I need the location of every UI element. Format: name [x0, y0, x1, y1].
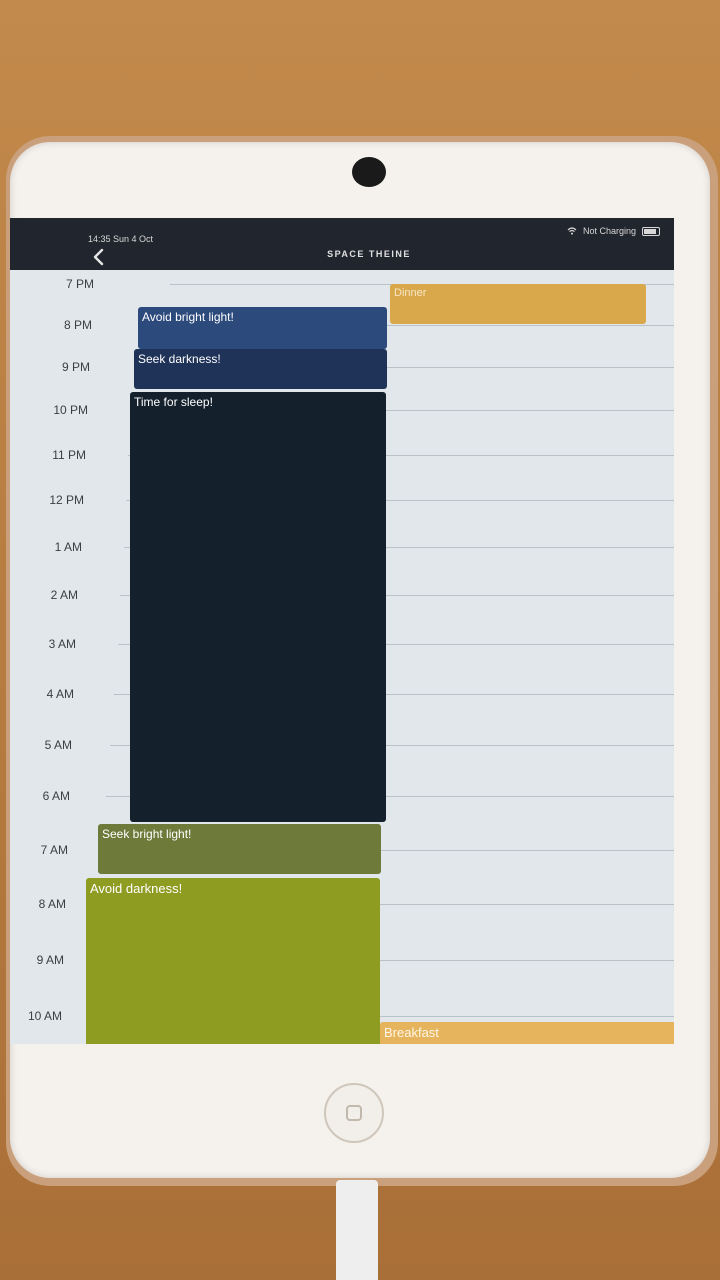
hour-label: 10 AM: [27, 1009, 62, 1023]
event-seek-bright-light[interactable]: Seek bright light!: [98, 824, 381, 874]
status-indicators: Not Charging: [567, 226, 660, 236]
day-timeline[interactable]: 7 PM 8 PM 9 PM 10 PM 11 PM 12 PM 1 AM 2 AM 3 AM 4…: [10, 270, 674, 1044]
event-title: Seek darkness!: [138, 352, 221, 366]
page-title: SPACE THEINE: [327, 249, 411, 259]
wifi-icon: [567, 227, 577, 235]
charging-status: Not Charging: [582, 226, 636, 236]
hour-label: 8 AM: [38, 897, 66, 911]
event-title: Avoid darkness!: [90, 881, 183, 896]
hour-label: 9 AM: [36, 953, 64, 967]
hour-label: 1 AM: [54, 540, 82, 554]
hour-label: 9 PM: [61, 360, 90, 374]
hour-label: 12 PM: [49, 493, 84, 507]
hour-label: 4 AM: [46, 687, 74, 701]
status-time: 14:35 Sun 4 Oct: [88, 234, 154, 244]
hour-label: 11 PM: [52, 448, 86, 462]
hour-label: 5 AM: [44, 738, 72, 752]
event-title: Time for sleep!: [134, 395, 213, 409]
charging-cable: [336, 1180, 378, 1280]
event-title: Seek bright light!: [102, 827, 192, 841]
hour-label: 6 AM: [42, 789, 70, 803]
home-square-icon: [346, 1105, 362, 1121]
event-avoid-darkness[interactable]: Avoid darkness!: [86, 878, 380, 1044]
event-title: Avoid bright light!: [142, 310, 234, 324]
hour-label: 8 PM: [63, 318, 92, 332]
navigation-bar: 14:35 Sun 4 Oct Not Charging SPACE THEIN…: [10, 218, 674, 270]
app-screen: 14:35 Sun 4 Oct Not Charging SPACE THEIN…: [10, 218, 674, 1044]
event-dinner[interactable]: Dinner: [390, 284, 646, 324]
camera-icon: [352, 157, 386, 187]
event-seek-darkness[interactable]: Seek darkness!: [134, 349, 387, 389]
hour-label: 10 PM: [53, 403, 88, 417]
home-button[interactable]: [324, 1083, 384, 1143]
battery-icon: [642, 226, 660, 236]
event-avoid-bright-light[interactable]: Avoid bright light!: [138, 307, 387, 349]
hour-label: 7 PM: [65, 277, 94, 291]
hour-label: 7 AM: [40, 843, 68, 857]
hour-label: 3 AM: [48, 637, 76, 651]
hour-label: 2 AM: [50, 588, 78, 602]
event-title: Dinner: [394, 287, 427, 299]
event-title: Breakfast: [384, 1025, 439, 1040]
event-breakfast[interactable]: Breakfast: [380, 1022, 674, 1044]
event-time-for-sleep[interactable]: Time for sleep!: [130, 392, 386, 822]
